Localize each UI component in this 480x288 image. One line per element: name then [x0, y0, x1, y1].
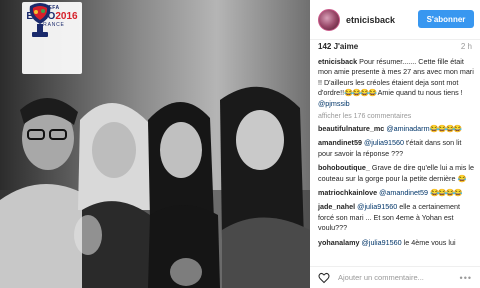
post-sidebar: etnicisback S'abonner 142 J'aime 2 h etn… — [310, 0, 480, 288]
comment-item: bohoboutique_ Grave de dire qu'elle lui … — [318, 163, 474, 184]
username[interactable]: etnicisback — [346, 15, 395, 25]
post-footer: Ajouter un commentaire... ••• — [310, 266, 480, 288]
caption: etnicisback Pour résumer....... Cette fi… — [318, 57, 474, 109]
comment-user[interactable]: yohanalamy — [318, 238, 360, 247]
caption-user[interactable]: etnicisback — [318, 57, 357, 66]
avatar[interactable] — [318, 8, 340, 31]
comment-user[interactable]: jade_nahel — [318, 202, 355, 211]
likes-count[interactable]: 142 J'aime — [318, 42, 358, 51]
comment-mention[interactable]: @aminadarm — [386, 124, 429, 133]
euro-2016-logo: UEFA EURO2016 FRANCE — [22, 2, 82, 74]
post-header: etnicisback S'abonner — [310, 0, 480, 40]
comment-user[interactable]: amandinet59 — [318, 138, 362, 147]
comment-mention[interactable]: @julia91560 — [362, 238, 402, 247]
caption-emoji: 😂😂😂😂 — [344, 88, 377, 98]
more-comments-link[interactable]: afficher les 176 commentaires — [318, 113, 474, 120]
comment-item: beautifulnature_mc @aminadarm😂😂😂😂 — [318, 124, 474, 134]
follow-button[interactable]: S'abonner — [418, 10, 474, 28]
comment-mention[interactable]: @julia91560 — [364, 138, 404, 147]
logo-year: 2016 — [55, 11, 78, 22]
comment-user[interactable]: beautifulnature_mc — [318, 124, 384, 133]
comment-user[interactable]: bohoboutique_ — [318, 163, 370, 172]
add-comment-input[interactable]: Ajouter un commentaire... — [338, 273, 424, 282]
post-time: 2 h — [460, 42, 472, 51]
comment-item: matriochkainlove @amandinet59 😂😂😂😂 — [318, 188, 474, 198]
caption-tail: Amie quand tu nous tiens ! — [375, 88, 463, 98]
more-options-icon[interactable]: ••• — [460, 273, 472, 283]
comment-item: yohanalamy @julia91560 le 4ème vous lui — [318, 238, 474, 248]
trophy-icon — [29, 3, 51, 37]
comment-user[interactable]: matriochkainlove — [318, 188, 377, 197]
comment-emoji: 😂😂😂😂 — [429, 188, 463, 198]
comment-emoji: 😂😂😂😂 — [429, 124, 463, 134]
comments-list: etnicisback Pour résumer....... Cette fi… — [318, 57, 474, 252]
heart-icon[interactable] — [318, 272, 330, 284]
comment-mention[interactable]: @amandinet59 — [379, 188, 428, 197]
comment-item: jade_nahel @julia91560 elle a certaineme… — [318, 202, 474, 233]
post-photo: UEFA EURO2016 FRANCE — [0, 0, 310, 288]
comment-mention[interactable]: @julia91560 — [357, 202, 397, 211]
comment-emoji: 😂 — [457, 173, 466, 183]
likes-row: 142 J'aime 2 h — [318, 42, 472, 54]
caption-mention[interactable]: @pjmssib — [318, 99, 350, 108]
comment-item: amandinet59 @julia91560 t'était dans son… — [318, 138, 474, 159]
comment-text: le 4ème vous lui — [401, 237, 456, 247]
